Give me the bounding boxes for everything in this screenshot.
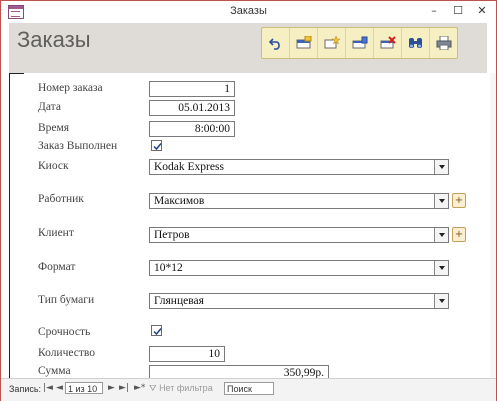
form-header: Заказы <box>9 23 487 73</box>
client-value: Петров <box>154 229 190 241</box>
format-combobox[interactable]: 10*12 <box>149 260 449 276</box>
save-record-button[interactable] <box>290 28 318 58</box>
quantity-field[interactable]: 10 <box>149 346 225 362</box>
worker-combobox[interactable]: Максимов <box>149 193 449 209</box>
order-number-field[interactable]: 1 <box>149 81 235 97</box>
chevron-down-icon[interactable] <box>434 294 448 308</box>
kiosk-label: Киоск <box>38 160 69 172</box>
minimize-button[interactable]: – <box>423 3 445 19</box>
paper-type-label: Тип бумаги <box>38 294 95 306</box>
record-selector-bar <box>9 73 10 378</box>
chevron-down-icon[interactable] <box>434 261 448 275</box>
checkmark-icon <box>153 328 162 336</box>
date-field[interactable]: 05.01.2013 <box>149 100 235 116</box>
search-input[interactable]: Поиск <box>224 382 274 395</box>
new-record-button[interactable] <box>318 28 346 58</box>
save-record-icon <box>296 36 311 49</box>
delete-record-button[interactable] <box>374 28 402 58</box>
chevron-down-icon[interactable] <box>434 160 448 174</box>
delete-record-icon <box>380 36 396 49</box>
record-toolbar <box>261 27 458 59</box>
format-label: Формат <box>38 261 76 273</box>
last-record-button[interactable]: ►| <box>119 383 129 393</box>
completed-label: Заказ Выполнен <box>38 140 118 152</box>
print-record-button[interactable] <box>346 28 374 58</box>
record-navigation-bar: Запись: |◄ ◄ 1 из 10 ► ►| ►* ⛛ Нет фильт… <box>1 378 496 401</box>
chevron-down-icon[interactable] <box>434 194 448 208</box>
record-selector-tick <box>9 73 24 74</box>
paper-type-value: Глянцевая <box>154 295 204 307</box>
urgency-label: Срочность <box>38 326 91 338</box>
filter-label: Нет фильтра <box>159 383 213 393</box>
find-button[interactable] <box>402 28 430 58</box>
undo-icon <box>268 38 280 50</box>
print-button[interactable] <box>430 28 457 58</box>
print-icon <box>436 36 451 50</box>
next-record-button[interactable]: ► <box>108 383 115 393</box>
chevron-down-icon[interactable] <box>434 228 448 242</box>
kiosk-value: Kodak Express <box>154 161 224 173</box>
first-record-button[interactable]: |◄ <box>43 383 53 393</box>
add-client-button[interactable]: + <box>452 227 466 242</box>
checkmark-icon <box>153 143 162 151</box>
worker-label: Работник <box>38 193 84 205</box>
print-record-icon <box>352 36 367 49</box>
worker-value: Максимов <box>154 195 205 207</box>
date-label: Дата <box>38 101 61 113</box>
filter-status[interactable]: ⛛ Нет фильтра <box>149 383 213 394</box>
client-combobox[interactable]: Петров <box>149 227 449 243</box>
sum-label: Сумма <box>38 365 71 377</box>
kiosk-combobox[interactable]: Kodak Express <box>149 159 449 175</box>
order-number-label: Номер заказа <box>38 82 103 94</box>
time-field[interactable]: 8:00:00 <box>149 121 235 137</box>
quantity-label: Количество <box>38 347 95 359</box>
completed-checkbox[interactable] <box>151 140 162 151</box>
funnel-icon: ⛛ <box>149 383 160 393</box>
add-worker-button[interactable]: + <box>452 193 466 208</box>
undo-button[interactable] <box>262 28 290 58</box>
records-label: Запись: <box>9 384 42 394</box>
form-title: Заказы <box>17 27 91 52</box>
vertical-scrollbar[interactable] <box>490 73 496 378</box>
close-button[interactable]: ✕ <box>471 3 493 19</box>
form-window: Заказы – ☐ ✕ Заказы Номер заказа 1 Дата … <box>0 0 497 401</box>
window-title: Заказы <box>230 5 267 17</box>
format-value: 10*12 <box>154 262 183 274</box>
urgency-checkbox[interactable] <box>151 325 162 336</box>
client-label: Клиент <box>38 227 74 239</box>
title-bar: Заказы – ☐ ✕ <box>1 1 496 23</box>
find-icon <box>408 38 422 48</box>
time-label: Время <box>38 122 70 134</box>
previous-record-button[interactable]: ◄ <box>56 383 63 393</box>
maximize-button[interactable]: ☐ <box>447 3 469 19</box>
current-record-field[interactable]: 1 из 10 <box>65 382 103 394</box>
new-record-icon <box>324 36 340 49</box>
paper-type-combobox[interactable]: Глянцевая <box>149 293 449 309</box>
new-record-nav-button[interactable]: ►* <box>134 383 145 393</box>
